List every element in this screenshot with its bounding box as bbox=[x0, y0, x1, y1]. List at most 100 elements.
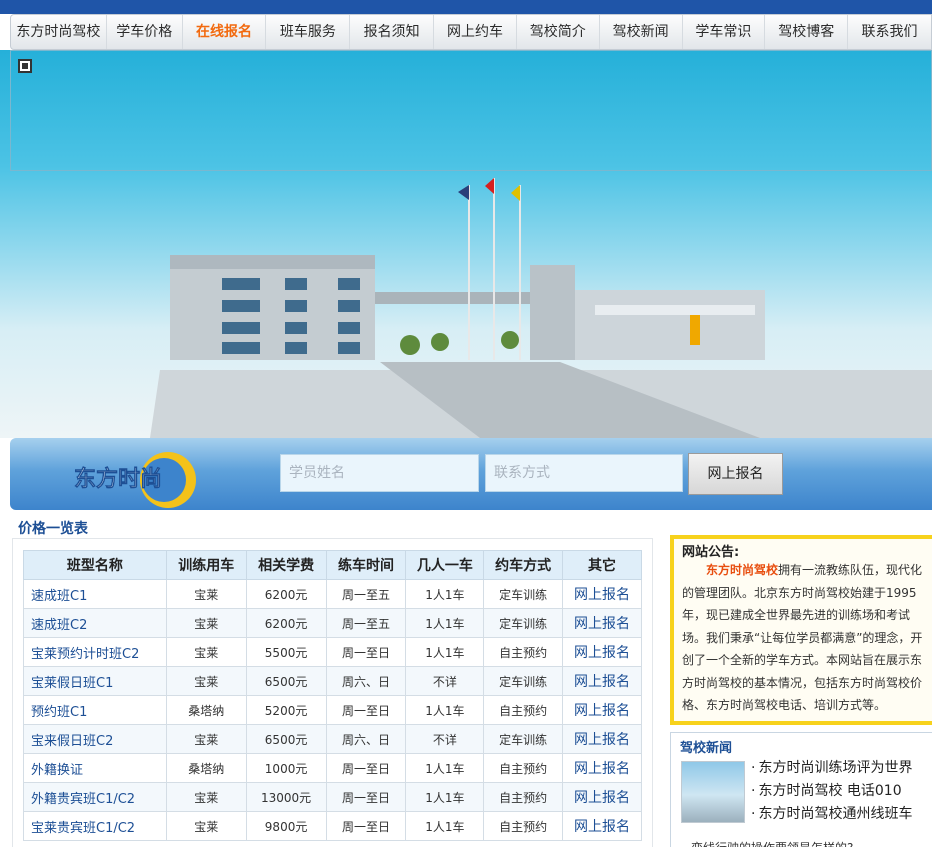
table-cell: 周一至日 bbox=[325, 753, 407, 783]
nav-item-price[interactable]: 学车价格 bbox=[107, 15, 183, 49]
table-cell: 不详 bbox=[405, 666, 485, 696]
notice-title: 网站公告: bbox=[682, 545, 740, 560]
notice-body: 东方时尚驾校拥有一流教练队伍，现代化的管理团队。北京东方时尚驾校始建于1995年… bbox=[682, 559, 932, 717]
table-cell: 宝莱 bbox=[165, 666, 247, 696]
table-cell: 1人1车 bbox=[405, 608, 485, 638]
class-name-cell[interactable]: 速成班C2 bbox=[23, 608, 167, 638]
news-item[interactable]: 东方时尚驾校通州线班车 bbox=[751, 803, 912, 826]
nav-item-blog[interactable]: 驾校博客 bbox=[765, 15, 849, 49]
class-name-cell[interactable]: 外籍换证 bbox=[23, 753, 167, 783]
notice-highlight[interactable]: 东方时尚驾校 bbox=[706, 563, 778, 577]
table-cell: 周六、日 bbox=[325, 666, 407, 696]
table-header-row: 班型名称 训练用车 相关学费 练车时间 几人一车 约车方式 其它 bbox=[23, 550, 642, 580]
col-header-time: 练车时间 bbox=[325, 550, 407, 580]
signup-link[interactable]: 网上报名 bbox=[562, 811, 642, 841]
table-cell: 定车训练 bbox=[483, 608, 564, 638]
table-cell: 1人1车 bbox=[405, 695, 485, 725]
nav-item-notice[interactable]: 报名须知 bbox=[350, 15, 435, 49]
table-row: 预约班C1 桑塔纳 5200元 周一至日 1人1车 自主预约 网上报名 bbox=[23, 695, 642, 725]
signup-link[interactable]: 网上报名 bbox=[562, 666, 642, 696]
table-cell: 自主预约 bbox=[483, 637, 564, 667]
table-cell: 6200元 bbox=[245, 579, 327, 609]
table-cell: 13000元 bbox=[245, 782, 327, 812]
table-cell: 1人1车 bbox=[405, 579, 485, 609]
signup-link[interactable]: 网上报名 bbox=[562, 724, 642, 754]
table-cell: 周一至五 bbox=[325, 579, 407, 609]
nav-item-knowledge[interactable]: 学车常识 bbox=[683, 15, 766, 49]
table-cell: 自主预约 bbox=[483, 753, 564, 783]
signup-link[interactable]: 网上报名 bbox=[562, 579, 642, 609]
table-cell: 6500元 bbox=[245, 666, 327, 696]
class-name-cell[interactable]: 宝莱假日班C1 bbox=[23, 666, 167, 696]
nav-item-news[interactable]: 驾校新闻 bbox=[600, 15, 683, 49]
campus-illustration bbox=[150, 178, 932, 438]
table-cell: 9800元 bbox=[245, 811, 327, 841]
table-row: 外籍换证 桑塔纳 1000元 周一至日 1人1车 自主预约 网上报名 bbox=[23, 753, 642, 783]
signup-link[interactable]: 网上报名 bbox=[562, 637, 642, 667]
nav-item-signup[interactable]: 在线报名 bbox=[183, 15, 267, 49]
news-title: 驾校新闻 bbox=[680, 741, 733, 756]
school-news: 驾校新闻 东方时尚训练场评为世界 东方时尚驾校 电话010 东方时尚驾校通州线班… bbox=[670, 732, 932, 847]
table-cell: 宝莱 bbox=[165, 608, 247, 638]
nav-item-shuttle[interactable]: 班车服务 bbox=[266, 15, 351, 49]
class-name-cell[interactable]: 宝莱预约计时班C2 bbox=[23, 637, 167, 667]
table-cell: 桑塔纳 bbox=[165, 753, 247, 783]
table-row: 外籍贵宾班C1/C2 宝莱 13000元 周一至日 1人1车 自主预约 网上报名 bbox=[23, 782, 642, 812]
table-cell: 周六、日 bbox=[325, 724, 407, 754]
notice-text: 拥有一流教练队伍，现代化的管理团队。北京东方时尚驾校始建于1995年，现已建成全… bbox=[682, 563, 923, 712]
table-cell: 自主预约 bbox=[483, 811, 564, 841]
news-item[interactable]: 东方时尚训练场评为世界 bbox=[751, 757, 912, 780]
news-more-item[interactable]: 变线行驶的操作要领是怎样的? bbox=[691, 839, 853, 847]
nav-item-contact[interactable]: 联系我们 bbox=[848, 15, 931, 49]
table-cell: 自主预约 bbox=[483, 695, 564, 725]
col-header-car: 训练用车 bbox=[165, 550, 247, 580]
col-header-fee: 相关学费 bbox=[245, 550, 327, 580]
student-name-input[interactable]: 学员姓名 bbox=[280, 454, 479, 492]
table-cell: 周一至日 bbox=[325, 811, 407, 841]
table-row: 宝莱假日班C1 宝莱 6500元 周六、日 不详 定车训练 网上报名 bbox=[23, 666, 642, 696]
table-row: 宝来假日班C2 宝莱 6500元 周六、日 不详 定车训练 网上报名 bbox=[23, 724, 642, 754]
class-name-cell[interactable]: 预约班C1 bbox=[23, 695, 167, 725]
signup-link[interactable]: 网上报名 bbox=[562, 782, 642, 812]
hero-banner bbox=[0, 50, 932, 438]
price-table: 班型名称 训练用车 相关学费 练车时间 几人一车 约车方式 其它 速成班C1 宝莱… bbox=[23, 550, 642, 841]
table-cell: 宝莱 bbox=[165, 811, 247, 841]
table-cell: 周一至日 bbox=[325, 695, 407, 725]
main-nav: 东方时尚驾校 学车价格 在线报名 班车服务 报名须知 网上约车 驾校简介 驾校新… bbox=[10, 14, 932, 50]
top-strip bbox=[0, 0, 932, 14]
table-cell: 自主预约 bbox=[483, 782, 564, 812]
table-row: 宝莱贵宾班C1/C2 宝莱 9800元 周一至日 1人1车 自主预约 网上报名 bbox=[23, 811, 642, 841]
signup-link[interactable]: 网上报名 bbox=[562, 608, 642, 638]
news-list: 东方时尚训练场评为世界 东方时尚驾校 电话010 东方时尚驾校通州线班车 bbox=[751, 757, 912, 826]
nav-item-booking[interactable]: 网上约车 bbox=[434, 15, 517, 49]
class-name-cell[interactable]: 宝莱贵宾班C1/C2 bbox=[23, 811, 167, 841]
news-item[interactable]: 东方时尚驾校 电话010 bbox=[751, 780, 912, 803]
class-name-cell[interactable]: 速成班C1 bbox=[23, 579, 167, 609]
table-row: 速成班C1 宝莱 6200元 周一至五 1人1车 定车训练 网上报名 bbox=[23, 579, 642, 609]
table-cell: 不详 bbox=[405, 724, 485, 754]
price-section-title: 价格一览表 bbox=[18, 521, 88, 537]
svg-text:东方时尚: 东方时尚 bbox=[74, 466, 162, 492]
signup-link[interactable]: 网上报名 bbox=[562, 695, 642, 725]
nav-item-about[interactable]: 驾校简介 bbox=[517, 15, 600, 49]
table-cell: 5200元 bbox=[245, 695, 327, 725]
table-cell: 5500元 bbox=[245, 637, 327, 667]
nav-item-home[interactable]: 东方时尚驾校 bbox=[11, 15, 107, 49]
table-cell: 宝莱 bbox=[165, 782, 247, 812]
table-cell: 1人1车 bbox=[405, 637, 485, 667]
class-name-cell[interactable]: 外籍贵宾班C1/C2 bbox=[23, 782, 167, 812]
table-cell: 1000元 bbox=[245, 753, 327, 783]
table-cell: 1人1车 bbox=[405, 753, 485, 783]
price-panel: 班型名称 训练用车 相关学费 练车时间 几人一车 约车方式 其它 速成班C1 宝莱… bbox=[12, 538, 653, 847]
table-cell: 定车训练 bbox=[483, 724, 564, 754]
class-name-cell[interactable]: 宝来假日班C2 bbox=[23, 724, 167, 754]
table-cell: 周一至日 bbox=[325, 782, 407, 812]
table-cell: 周一至日 bbox=[325, 637, 407, 667]
signup-button[interactable]: 网上报名 bbox=[688, 453, 783, 495]
news-thumbnail[interactable] bbox=[681, 761, 745, 823]
signup-link[interactable]: 网上报名 bbox=[562, 753, 642, 783]
table-cell: 1人1车 bbox=[405, 811, 485, 841]
table-row: 速成班C2 宝莱 6200元 周一至五 1人1车 定车训练 网上报名 bbox=[23, 608, 642, 638]
contact-input[interactable]: 联系方式 bbox=[485, 454, 683, 492]
table-row: 宝莱预约计时班C2 宝莱 5500元 周一至日 1人1车 自主预约 网上报名 bbox=[23, 637, 642, 667]
